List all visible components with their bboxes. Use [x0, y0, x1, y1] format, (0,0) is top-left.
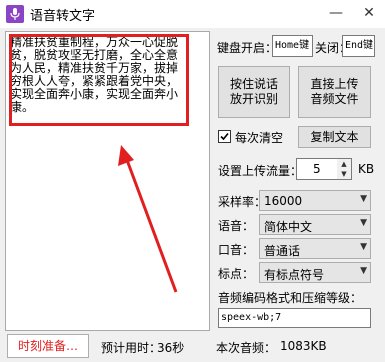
- close-key-field[interactable]: End键: [342, 35, 375, 57]
- audio-size-value: 1083KB: [280, 339, 327, 353]
- punctuation-select[interactable]: 有标点符号 ▼: [259, 262, 371, 283]
- accent-select[interactable]: 普通话 ▼: [259, 238, 371, 259]
- hotkey-open-label: 键盘开启：: [217, 41, 278, 55]
- sample-rate-value: 16000: [264, 194, 303, 208]
- language-select[interactable]: 简体中文 ▼: [259, 214, 371, 235]
- window-title: 语音转文字: [30, 9, 96, 24]
- status-button[interactable]: 时刻准备…: [7, 334, 89, 358]
- chevron-down-icon: ▼: [360, 194, 367, 204]
- upload-audio-button[interactable]: 直接上传 音频文件: [298, 66, 371, 118]
- setting-label-accent: 口音：: [218, 243, 255, 257]
- setting-label-punctuation: 标点：: [218, 267, 255, 281]
- chevron-down-icon: ▼: [360, 266, 367, 276]
- punctuation-value: 有标点符号: [264, 268, 325, 282]
- audio-size-label: 本次音频：: [216, 341, 277, 355]
- sample-rate-select[interactable]: 16000 ▼: [259, 190, 371, 211]
- hold-to-talk-button[interactable]: 按住说话 放开识别: [218, 66, 290, 118]
- estimate-label: 预计用时：: [101, 341, 162, 355]
- chevron-down-icon: ▼: [360, 218, 367, 228]
- accent-value: 普通话: [264, 244, 301, 258]
- copy-text-button[interactable]: 复制文本: [298, 126, 371, 148]
- clear-each-checkbox[interactable]: [218, 130, 231, 143]
- close-icon[interactable]: ✕: [355, 0, 383, 26]
- minimize-icon[interactable]: —: [322, 0, 350, 26]
- codec-field[interactable]: speex-wb;7: [218, 308, 371, 328]
- upload-rate-unit: KB: [358, 162, 375, 176]
- spin-down-icon[interactable]: ▼: [337, 169, 351, 179]
- title-bar: 语音转文字 — ✕: [0, 0, 385, 28]
- upload-rate-label: 设置上传流量：: [218, 164, 303, 178]
- open-key-field[interactable]: Home键: [272, 35, 313, 57]
- status-button-label: 时刻准备…: [17, 339, 78, 353]
- estimate-value: 36秒: [157, 341, 185, 355]
- spin-up-icon[interactable]: ▲: [337, 159, 351, 169]
- language-value: 简体中文: [264, 220, 313, 234]
- upload-rate-value: 5: [313, 162, 321, 176]
- chevron-down-icon: ▼: [360, 242, 367, 252]
- clear-each-label: 每次清空: [235, 131, 284, 145]
- annotation-arrow: [118, 145, 178, 293]
- setting-label-language: 语音：: [218, 219, 255, 233]
- microphone-icon: [6, 5, 24, 23]
- client-area: 精准扶贫重制程，万众一心促脱贫，脱贫攻坚无打磨，全心全意为人民，精准扶贫千万家，…: [0, 28, 385, 362]
- codec-label: 音频编码格式和压缩等级：: [218, 291, 363, 305]
- upload-rate-spinner[interactable]: 5 ▲ ▼: [296, 158, 352, 180]
- checkmark-icon: [220, 132, 229, 141]
